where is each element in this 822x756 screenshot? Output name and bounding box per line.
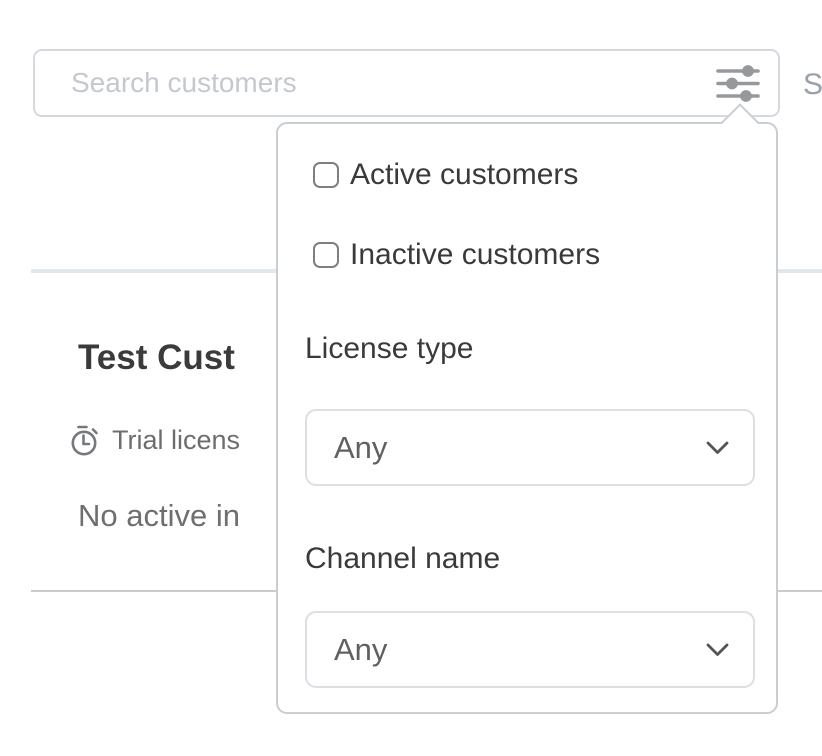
customer-status-text: No active in [78,498,240,534]
channel-name-select-value: Any [334,632,706,668]
customer-license-row: Trial licens [69,424,240,457]
active-customers-checkbox[interactable] [313,162,339,188]
stopwatch-icon [69,424,100,457]
inactive-customers-checkbox-row[interactable]: Inactive customers [313,235,600,275]
filter-popover: Active customers Inactive customers Lice… [276,122,778,714]
sliders-icon [716,64,760,103]
chevron-down-icon [706,441,729,455]
inactive-customers-checkbox[interactable] [313,242,339,268]
filter-button[interactable] [708,58,768,110]
license-type-label: License type [305,332,473,366]
customer-license-text: Trial licens [112,425,240,456]
license-type-select-value: Any [334,430,706,466]
channel-name-select[interactable]: Any [305,611,755,688]
truncated-header-text: S [803,68,822,102]
checkbox-label: Inactive customers [350,238,600,272]
channel-name-label: Channel name [305,542,500,576]
active-customers-checkbox-row[interactable]: Active customers [313,155,578,195]
customer-title: Test Cust [78,338,235,378]
license-type-select[interactable]: Any [305,409,755,486]
search-input[interactable] [33,49,780,117]
checkbox-label: Active customers [350,158,578,192]
chevron-down-icon [706,643,729,657]
